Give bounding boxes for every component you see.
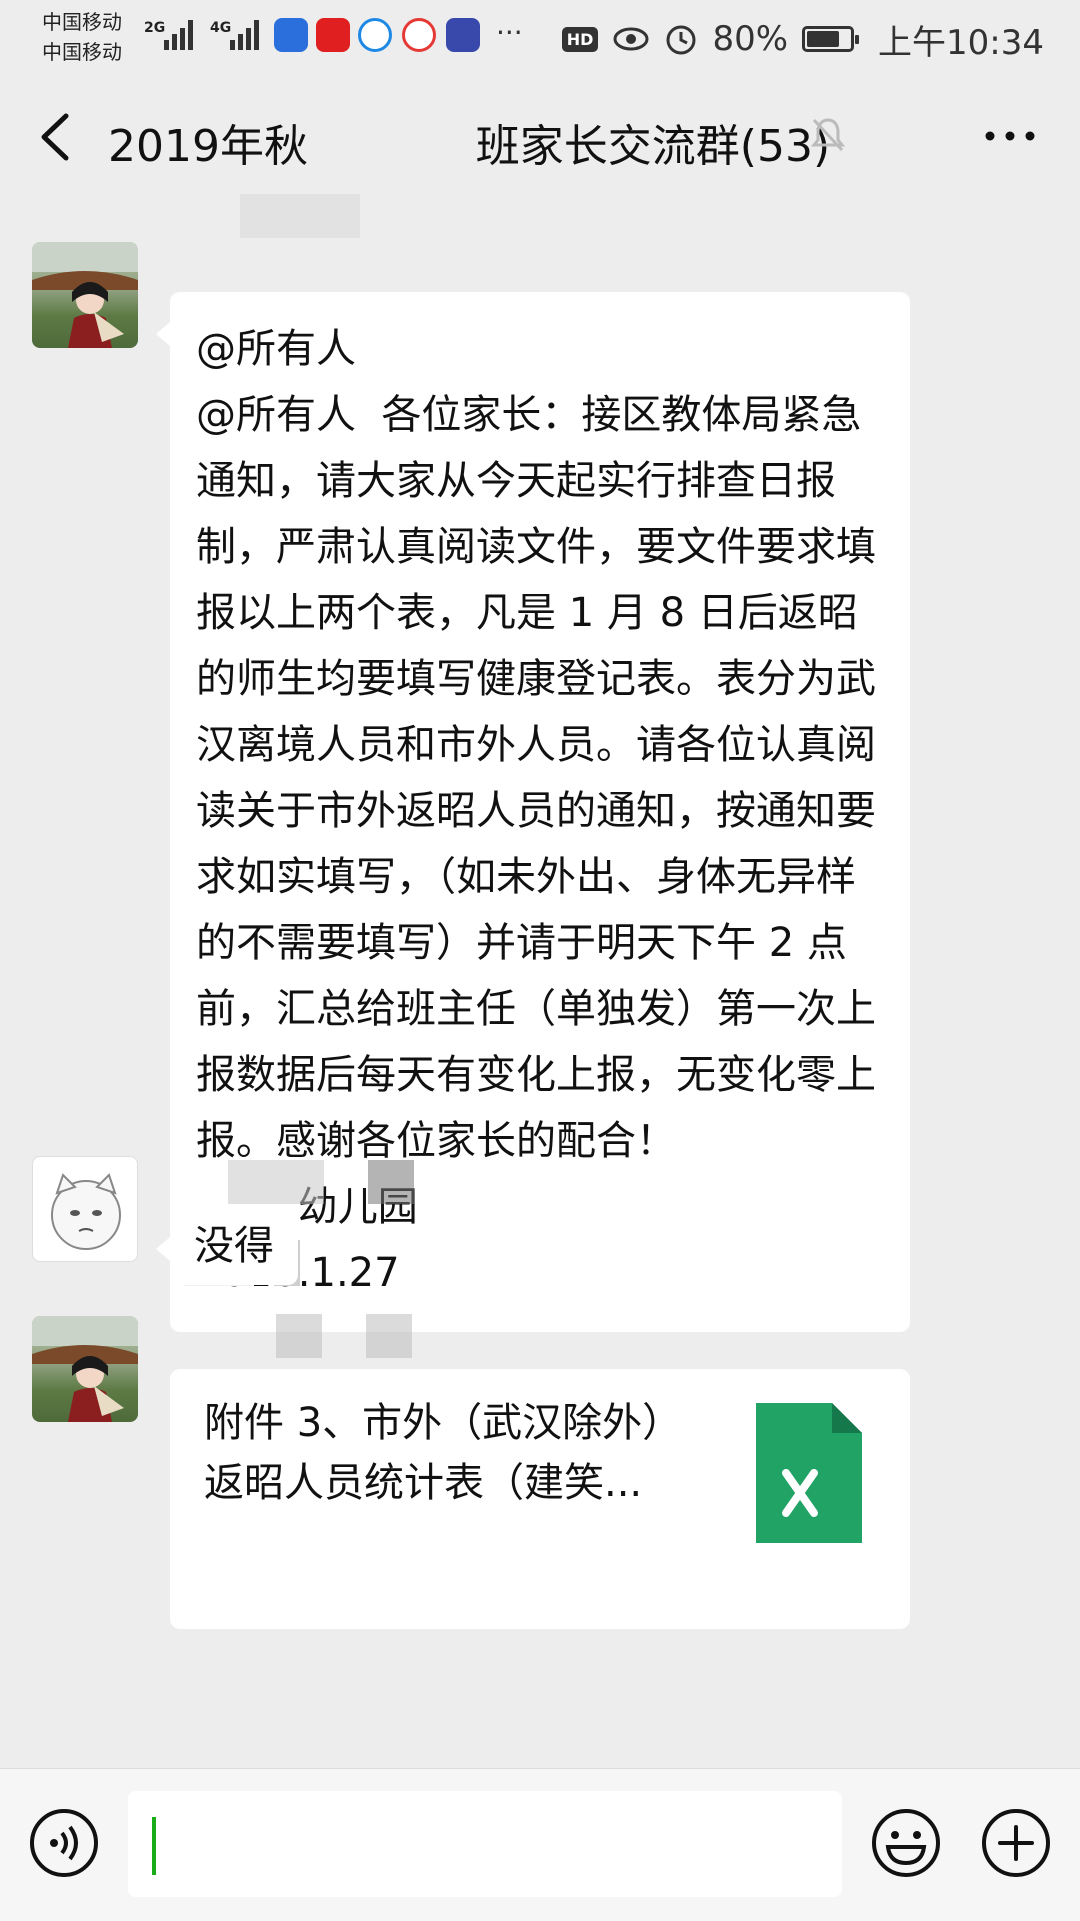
chat-header: 2019年秋 班家长交流群(53) [0, 80, 1080, 194]
voice-input-icon[interactable] [28, 1807, 100, 1879]
avatar-cat-face [51, 1173, 121, 1250]
file-name: 附件 3、市外（武汉除外）返昭人员统计表（建笑... [204, 1400, 683, 1506]
toutiao-app-icon [316, 18, 350, 52]
message-text: @所有人 @所有人 各位家长：接区教体局紧急通知，请大家从今天起实行排查日报制，… [196, 326, 876, 1296]
message-bubble[interactable]: 没得 [156, 1207, 298, 1285]
file-message-bubble[interactable]: 附件 3、市外（武汉除外）返昭人员统计表（建笑... [170, 1369, 910, 1629]
avatar[interactable] [32, 1316, 138, 1422]
sender-name-redacted [240, 194, 360, 238]
carrier-label-2: 中国移动 [42, 40, 122, 64]
back-arrow-icon[interactable] [28, 104, 84, 170]
emoji-icon[interactable] [870, 1807, 942, 1879]
avatar[interactable] [32, 242, 138, 348]
clock: 上午10:34 [878, 22, 1044, 63]
shield-app-icon [274, 18, 308, 52]
chat-messages[interactable]: @所有人 @所有人 各位家长：接区教体局紧急通知，请大家从今天起实行排查日报制，… [0, 194, 1080, 1768]
battery-icon [802, 26, 860, 52]
mute-bell-icon [810, 118, 846, 152]
status-bar: 中国移动 中国移动 2G 4G ··· HD 80% 上午10:34 [0, 0, 1080, 80]
carrier-label-1: 中国移动 [42, 10, 122, 34]
message-input[interactable] [128, 1791, 842, 1897]
signal-bars-icon-2 [230, 16, 259, 50]
text-caret [152, 1817, 156, 1875]
sender-name-redacted [228, 1160, 324, 1204]
game-app-icon [446, 18, 480, 52]
avatar-photo [32, 1316, 138, 1422]
more-notifications-icon: ··· [496, 16, 523, 49]
input-toolbar [0, 1768, 1080, 1921]
avatar[interactable] [32, 1156, 138, 1262]
avatar-photo [32, 242, 138, 348]
battery-percent: 80% [712, 19, 789, 59]
eye-comfort-icon [613, 27, 649, 51]
message-text: 没得 [194, 1223, 274, 1269]
sender-name-redacted-2 [368, 1160, 414, 1204]
network-type-2g: 2G [144, 20, 166, 36]
more-options-icon[interactable] [980, 116, 1040, 156]
network-type-4g: 4G [210, 20, 232, 36]
sender-name-redacted [276, 1314, 322, 1358]
browser-app-icon [358, 18, 392, 52]
battery-fill [807, 31, 840, 47]
alarm-icon [666, 25, 696, 55]
group-title: 2019年秋 班家长交流群(53) [108, 121, 831, 172]
sender-name-redacted-2 [366, 1314, 412, 1358]
signal-bars-icon [164, 16, 193, 50]
hd-badge: HD [561, 26, 599, 52]
excel-file-icon [756, 1403, 862, 1543]
add-more-icon[interactable] [980, 1807, 1052, 1879]
news-app-icon [402, 18, 436, 52]
